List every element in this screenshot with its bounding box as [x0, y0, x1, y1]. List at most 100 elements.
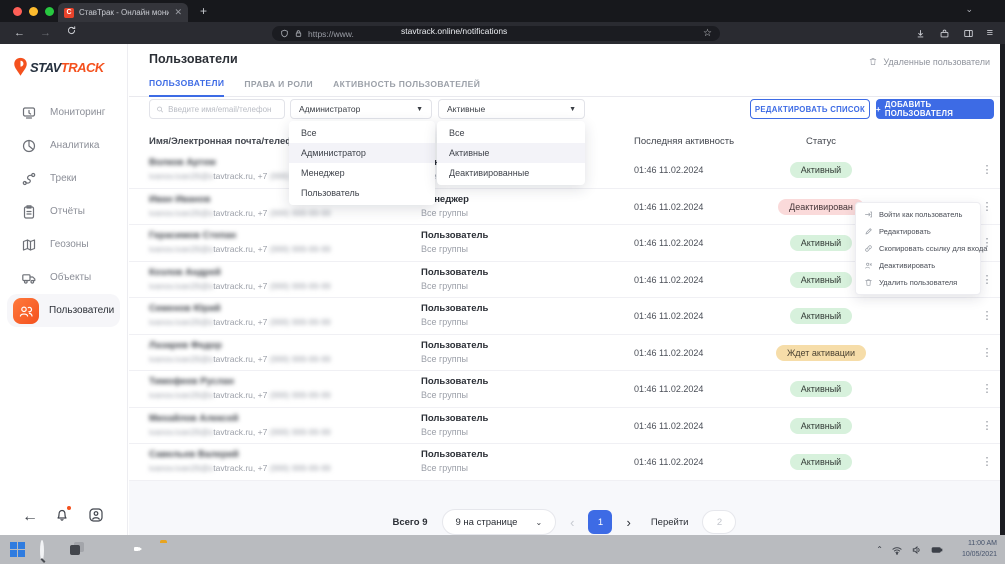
menu-item-deactivate[interactable]: Деактивировать	[856, 257, 980, 274]
user-role-cell: ПользовательВсе группы	[421, 340, 488, 364]
role-filter-dropdown[interactable]: Администратор▼	[290, 99, 432, 119]
minimize-window-button[interactable]	[29, 7, 38, 16]
row-menu-kebab-icon[interactable]: ⋮	[981, 408, 993, 445]
analytics-icon	[20, 137, 37, 154]
row-menu-kebab-icon[interactable]: ⋮	[981, 371, 993, 408]
row-menu-kebab-icon[interactable]: ⋮	[981, 262, 993, 299]
stavtrack-app: STAVTRACK МониторингАналитикаТрекиОтчёты…	[0, 44, 1000, 535]
tray-expand-icon[interactable]: ⌃	[876, 545, 883, 554]
next-page-button[interactable]: ›	[626, 515, 630, 530]
current-page-button[interactable]: 1	[588, 510, 612, 534]
status-filter-dropdown[interactable]: Активные▼	[438, 99, 585, 119]
downloads-icon[interactable]	[915, 28, 926, 39]
browser-tab[interactable]: C СтавТрак - Онлайн мониторинг ✕	[58, 3, 188, 22]
row-menu-kebab-icon[interactable]: ⋮	[981, 444, 993, 481]
taskbar-search-icon[interactable]	[40, 542, 56, 558]
user-name: Герасимов Степан	[149, 230, 331, 241]
chat-app-icon[interactable]	[130, 542, 146, 558]
clock-date: 10/05/2021	[962, 549, 997, 560]
option-3[interactable]: Менеджер	[289, 163, 435, 183]
deleted-users-link[interactable]: Удаленные пользователи	[868, 56, 990, 67]
search-field[interactable]	[168, 105, 278, 114]
status-badge: Активный	[790, 381, 852, 397]
menu-item-login[interactable]: Войти как пользователь	[856, 206, 980, 223]
tab-list-chevron-icon[interactable]: ⌄	[965, 4, 973, 15]
status-badge: Активный	[790, 454, 852, 470]
reload-button[interactable]	[66, 25, 77, 40]
last-activity: 01:46 11.02.2024	[634, 371, 703, 408]
profile-icon[interactable]	[88, 507, 104, 528]
users-icon	[13, 298, 39, 324]
chevron-down-icon: ▼	[569, 106, 576, 113]
sidebar-item-geozones[interactable]: Геозоны	[0, 228, 127, 261]
row-menu-kebab-icon[interactable]: ⋮	[981, 335, 993, 372]
back-button[interactable]: ←	[14, 26, 25, 40]
status-badge: Активный	[790, 418, 852, 434]
search-input[interactable]	[149, 99, 285, 119]
row-menu-kebab-icon[interactable]: ⋮	[981, 298, 993, 335]
last-activity: 01:46 11.02.2024	[634, 262, 703, 299]
row-menu-kebab-icon[interactable]: ⋮	[981, 189, 993, 226]
copy-link-icon	[864, 244, 873, 253]
tab-users[interactable]: ПОЛЬЗОВАТЕЛИ	[149, 78, 224, 97]
option-2[interactable]: Администратор	[289, 143, 435, 163]
user-role-cell: ПользовательВсе группы	[421, 413, 488, 437]
menu-item-delete[interactable]: Удалить пользователя	[856, 274, 980, 291]
sidebar-item-reports[interactable]: Отчёты	[0, 195, 127, 228]
user-name-cell: Семенов Юрийivanov.ivan26@stavtrack.ru, …	[149, 303, 331, 327]
user-role: Пользователь	[421, 230, 488, 241]
row-menu-kebab-icon[interactable]: ⋮	[981, 152, 993, 189]
option-4[interactable]: Пользователь	[289, 183, 435, 203]
last-activity: 01:46 11.02.2024	[634, 225, 703, 262]
chevron-down-icon: ⌄	[535, 518, 542, 527]
start-button-icon[interactable]	[10, 542, 26, 558]
browser-window: C СтавТрак - Онлайн мониторинг ✕ + ⌄ ← →…	[0, 0, 1005, 535]
user-groups: Все группы	[421, 463, 488, 473]
taskbar-clock[interactable]: 11:00 AM 10/05/2021	[962, 538, 997, 560]
user-email-phone: ivanov.ivan26@stavtrack.ru, +7 (999) 999…	[149, 281, 331, 291]
prev-page-button[interactable]: ‹	[570, 515, 574, 530]
option-1[interactable]: Все	[289, 123, 435, 143]
menu-item-edit[interactable]: Редактировать	[856, 223, 980, 240]
edit-list-button[interactable]: РЕДАКТИРОВАТЬ СПИСОК	[750, 99, 870, 119]
last-activity: 01:46 11.02.2024	[634, 152, 703, 189]
edge-browser-icon[interactable]	[190, 542, 206, 558]
sidebar-item-users[interactable]: Пользователи	[7, 294, 120, 327]
maximize-window-button[interactable]	[45, 7, 54, 16]
notifications-bell-icon[interactable]	[54, 507, 70, 528]
tab-rights-roles[interactable]: ПРАВА И РОЛИ	[244, 79, 313, 96]
per-page-select[interactable]: 9 на странице⌄	[442, 509, 557, 535]
add-user-button[interactable]: + ДОБАВИТЬ ПОЛЬЗОВАТЕЛЯ	[876, 99, 994, 119]
file-explorer-icon[interactable]	[160, 542, 176, 558]
new-tab-button[interactable]: +	[200, 4, 207, 18]
user-name: Тимофеев Руслан	[149, 376, 331, 387]
option-3[interactable]: Деактивированные	[437, 163, 585, 183]
collapse-sidebar-icon[interactable]: ←	[22, 508, 38, 526]
menu-item-copy-link[interactable]: Скопировать ссылку для входа	[856, 240, 980, 257]
status-cell: Активный	[759, 371, 883, 408]
moon-app-icon[interactable]	[100, 542, 116, 558]
browser-toolbar: ← → https://www.stavtrack.online/notific…	[0, 22, 1005, 44]
sidebar-item-analytics[interactable]: Аналитика	[0, 129, 127, 162]
menu-hamburger-icon[interactable]: ≡	[987, 27, 993, 39]
close-window-button[interactable]	[13, 7, 22, 16]
battery-icon[interactable]	[931, 544, 943, 556]
extensions-icon[interactable]	[939, 28, 950, 39]
forward-button[interactable]: →	[40, 26, 51, 40]
url-bar[interactable]: https://www.stavtrack.online/notificatio…	[272, 26, 720, 41]
close-tab-icon[interactable]: ✕	[174, 8, 182, 17]
volume-icon[interactable]	[911, 544, 923, 556]
status-cell: Активный	[759, 408, 883, 445]
task-view-icon[interactable]	[70, 542, 86, 558]
row-context-menu: Войти как пользовательРедактироватьСкопи…	[855, 202, 981, 295]
tab-user-activity[interactable]: АКТИВНОСТЬ ПОЛЬЗОВАТЕЛЕЙ	[333, 79, 480, 96]
sidebar-item-objects[interactable]: Объекты	[0, 261, 127, 294]
goto-page-input[interactable]: 2	[702, 510, 736, 534]
sidebar-item-tracks[interactable]: Треки	[0, 162, 127, 195]
wifi-icon[interactable]	[891, 544, 903, 556]
option-2[interactable]: Активные	[437, 143, 585, 163]
user-name-cell: Козлов Андрейivanov.ivan26@stavtrack.ru,…	[149, 267, 331, 291]
sidebar-item-monitoring[interactable]: Мониторинг	[0, 96, 127, 129]
sidebar-panel-icon[interactable]	[963, 28, 974, 39]
option-1[interactable]: Все	[437, 123, 585, 143]
